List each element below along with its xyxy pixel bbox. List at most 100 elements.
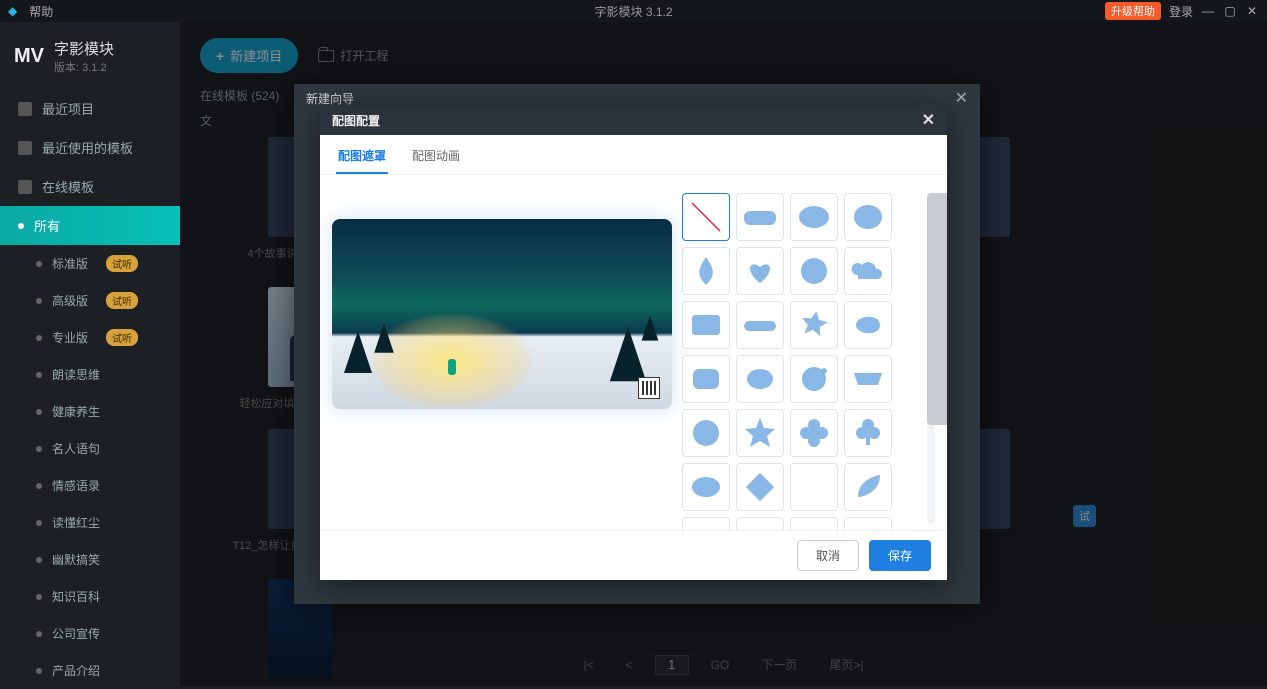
sidebar-item-recent-templates[interactable]: 最近使用的模板: [0, 128, 180, 167]
save-button[interactable]: 保存: [869, 540, 931, 571]
sidebar-item-label: 幽默搞笑: [52, 551, 100, 568]
brand: MV 字影模块 版本: 3.1.2: [0, 32, 180, 89]
sidebar-item-label: 名人语句: [52, 440, 100, 457]
doc-icon: [18, 102, 32, 116]
mask-cloud[interactable]: [790, 193, 838, 241]
modal-close-icon[interactable]: ✕: [922, 110, 935, 130]
scrollbar-thumb[interactable]: [927, 193, 947, 425]
mask-star[interactable]: [736, 409, 784, 457]
dot-icon: [36, 372, 42, 378]
sidebar-sub[interactable]: 专业版 试听: [0, 319, 180, 356]
sidebar-sub[interactable]: 高级版试听: [0, 282, 180, 319]
mask-rounded[interactable]: [682, 355, 730, 403]
sidebar-sub[interactable]: 健康养生: [0, 393, 180, 430]
dot-icon: [36, 298, 42, 304]
dot-icon: [36, 557, 42, 563]
sidebar-sub[interactable]: 朗读思维: [0, 356, 180, 393]
sidebar-item-label: 所有: [34, 216, 60, 235]
wizard-close-icon[interactable]: ✕: [955, 88, 968, 108]
mask-scrollbar[interactable]: [927, 193, 935, 524]
sidebar-sub[interactable]: 读懂红尘: [0, 504, 180, 541]
mask-blob[interactable]: [844, 301, 892, 349]
sidebar-item-label: 在线模板: [42, 177, 94, 196]
dot-icon: [36, 483, 42, 489]
mask-leaf[interactable]: [844, 463, 892, 511]
sidebar-item-label: 情感语录: [52, 477, 100, 494]
mask-config-dialog: 配图配置 ✕ 配图遮罩 配图动画: [320, 105, 947, 580]
mask-ellipse[interactable]: [844, 193, 892, 241]
mask-diamond[interactable]: [736, 463, 784, 511]
modal-tabs: 配图遮罩 配图动画: [320, 135, 947, 175]
sidebar-item-recent[interactable]: 最近项目: [0, 89, 180, 128]
mask-flower[interactable]: [790, 409, 838, 457]
sidebar-item-online[interactable]: 在线模板: [0, 167, 180, 206]
mask-blob2[interactable]: [736, 355, 784, 403]
qr-icon: [638, 377, 660, 399]
menubar: ◆ 帮助 字影模块 3.1.2 升级帮助 登录 — ▢ ✕: [0, 0, 1267, 22]
dot-icon: [36, 668, 42, 674]
sidebar-sub[interactable]: 名人语句: [0, 430, 180, 467]
sidebar: MV 字影模块 版本: 3.1.2 最近项目 最近使用的模板 在线模板 所有 标…: [0, 22, 180, 686]
mask-splat[interactable]: [790, 301, 838, 349]
mask-soft-circle[interactable]: [682, 409, 730, 457]
mask-circle[interactable]: [790, 247, 838, 295]
tab-mask[interactable]: 配图遮罩: [336, 143, 388, 174]
modal-title: 配图配置: [332, 112, 380, 129]
mask-dog[interactable]: [790, 517, 838, 530]
sidebar-sub[interactable]: 幽默搞笑: [0, 541, 180, 578]
mask-butterfly[interactable]: [682, 517, 730, 530]
mask-oval[interactable]: [682, 463, 730, 511]
tab-anim[interactable]: 配图动画: [410, 143, 462, 174]
dot-icon: [36, 631, 42, 637]
upgrade-badge[interactable]: 升级帮助: [1105, 2, 1161, 20]
cloud-icon: [18, 180, 32, 194]
sidebar-sub[interactable]: 知识百科: [0, 578, 180, 615]
template-icon: [18, 141, 32, 155]
dot-icon: [36, 261, 42, 267]
tree-icon: [374, 323, 394, 352]
dot-icon: [36, 594, 42, 600]
menu-help[interactable]: 帮助: [29, 3, 53, 20]
sidebar-item-label: 朗读思维: [52, 366, 100, 383]
mask-moon[interactable]: [790, 463, 838, 511]
tag: 试听: [106, 329, 138, 346]
mask-splat2[interactable]: [790, 355, 838, 403]
dot-icon: [36, 409, 42, 415]
sidebar-item-label: 健康养生: [52, 403, 100, 420]
mask-brush2[interactable]: [736, 301, 784, 349]
preview-image: [332, 219, 672, 409]
close-icon[interactable]: ✕: [1245, 4, 1259, 18]
mask-cloud3[interactable]: [844, 517, 892, 530]
app-logo-icon: ◆: [8, 4, 17, 18]
mask-none[interactable]: [682, 193, 730, 241]
minimize-icon[interactable]: —: [1201, 4, 1215, 18]
mask-club[interactable]: [844, 409, 892, 457]
sidebar-sub[interactable]: 标准版 试听: [0, 245, 180, 282]
sidebar-item-label: 高级版: [52, 292, 88, 309]
mask-cloud2[interactable]: [844, 247, 892, 295]
sidebar-item-label: 最近项目: [42, 99, 94, 118]
window-title: 字影模块 3.1.2: [594, 3, 672, 20]
sidebar-item-label: 产品介绍: [52, 662, 100, 679]
brand-version: 版本: 3.1.2: [54, 59, 114, 75]
sidebar-sub[interactable]: 情感语录: [0, 467, 180, 504]
mask-scallop[interactable]: [736, 517, 784, 530]
sidebar-item-all[interactable]: 所有: [0, 206, 180, 245]
sidebar-item-label: 最近使用的模板: [42, 138, 133, 157]
mask-brush[interactable]: [736, 193, 784, 241]
sidebar-sub[interactable]: 产品介绍: [0, 652, 180, 689]
cancel-button[interactable]: 取消: [797, 540, 859, 571]
tag: 试听: [106, 255, 138, 272]
dot-icon: [36, 335, 42, 341]
sidebar-item-label: 专业版: [52, 329, 88, 346]
tree-icon: [642, 315, 659, 340]
mask-drop[interactable]: [682, 247, 730, 295]
sidebar-sub[interactable]: 公司宣传: [0, 615, 180, 652]
menu-login[interactable]: 登录: [1169, 3, 1193, 20]
maximize-icon[interactable]: ▢: [1223, 4, 1237, 18]
mask-rect-soft[interactable]: [682, 301, 730, 349]
dot-icon: [36, 520, 42, 526]
mask-heart[interactable]: [736, 247, 784, 295]
sidebar-item-label: 标准版: [52, 255, 88, 272]
mask-brush3[interactable]: [844, 355, 892, 403]
